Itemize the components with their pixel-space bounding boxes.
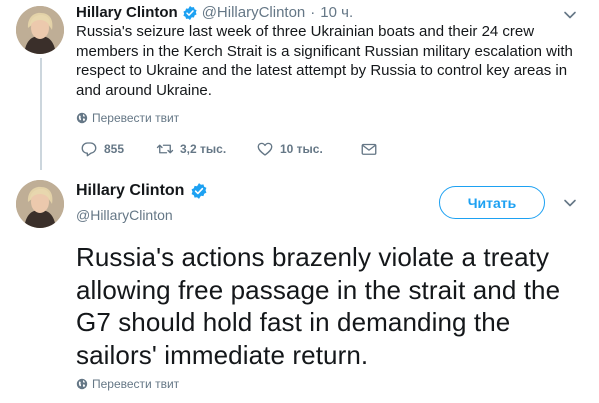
tweet-header: Hillary Clinton @HillaryClinton · 10 ч. <box>76 4 353 21</box>
separator-dot: · <box>310 4 316 21</box>
chevron-down-icon[interactable] <box>563 198 577 208</box>
retweet-count: 3,2 тыс. <box>180 142 227 156</box>
globe-icon <box>76 378 88 390</box>
verified-badge-icon <box>192 183 207 199</box>
like-count: 10 тыс. <box>280 142 323 156</box>
reply-button[interactable]: 855 <box>80 140 156 158</box>
globe-icon <box>76 112 88 124</box>
tweet-timestamp[interactable]: 10 ч. <box>320 4 353 21</box>
retweet-icon <box>156 144 174 154</box>
follow-button[interactable]: Читать <box>439 186 545 219</box>
tweet-text: Russia's actions brazenly violate a trea… <box>76 242 561 370</box>
tweet-text: Russia's seizure last week of three Ukra… <box>76 23 573 99</box>
translate-tweet-link[interactable]: Перевести твит <box>76 377 179 391</box>
like-icon <box>257 142 273 156</box>
author-handle[interactable]: @HillaryClinton <box>202 4 306 21</box>
avatar[interactable] <box>16 180 64 228</box>
translate-tweet-link[interactable]: Перевести твит <box>76 111 179 125</box>
translate-label: Перевести твит <box>92 111 180 125</box>
like-button[interactable]: 10 тыс. <box>256 140 360 158</box>
retweet-button[interactable]: 3,2 тыс. <box>156 140 256 158</box>
author-name-row: Hillary Clinton <box>76 182 208 200</box>
direct-message-button[interactable] <box>360 140 384 158</box>
reply-count: 855 <box>104 142 125 156</box>
verified-badge-icon <box>183 5 197 20</box>
direct-message-icon <box>361 143 377 155</box>
reply-icon <box>81 142 97 157</box>
avatar[interactable] <box>16 6 64 54</box>
author-name[interactable]: Hillary Clinton <box>76 182 184 200</box>
chevron-down-icon[interactable] <box>563 10 577 20</box>
translate-label: Перевести твит <box>92 377 180 391</box>
author-handle[interactable]: @HillaryClinton <box>76 207 173 223</box>
thread-tweet[interactable]: Hillary Clinton @HillaryClinton · 10 ч. … <box>0 0 599 170</box>
thread-connector-line <box>40 58 42 170</box>
tweet-actions: 855 3,2 тыс. 10 тыс. <box>80 138 384 160</box>
author-name[interactable]: Hillary Clinton <box>76 4 178 21</box>
